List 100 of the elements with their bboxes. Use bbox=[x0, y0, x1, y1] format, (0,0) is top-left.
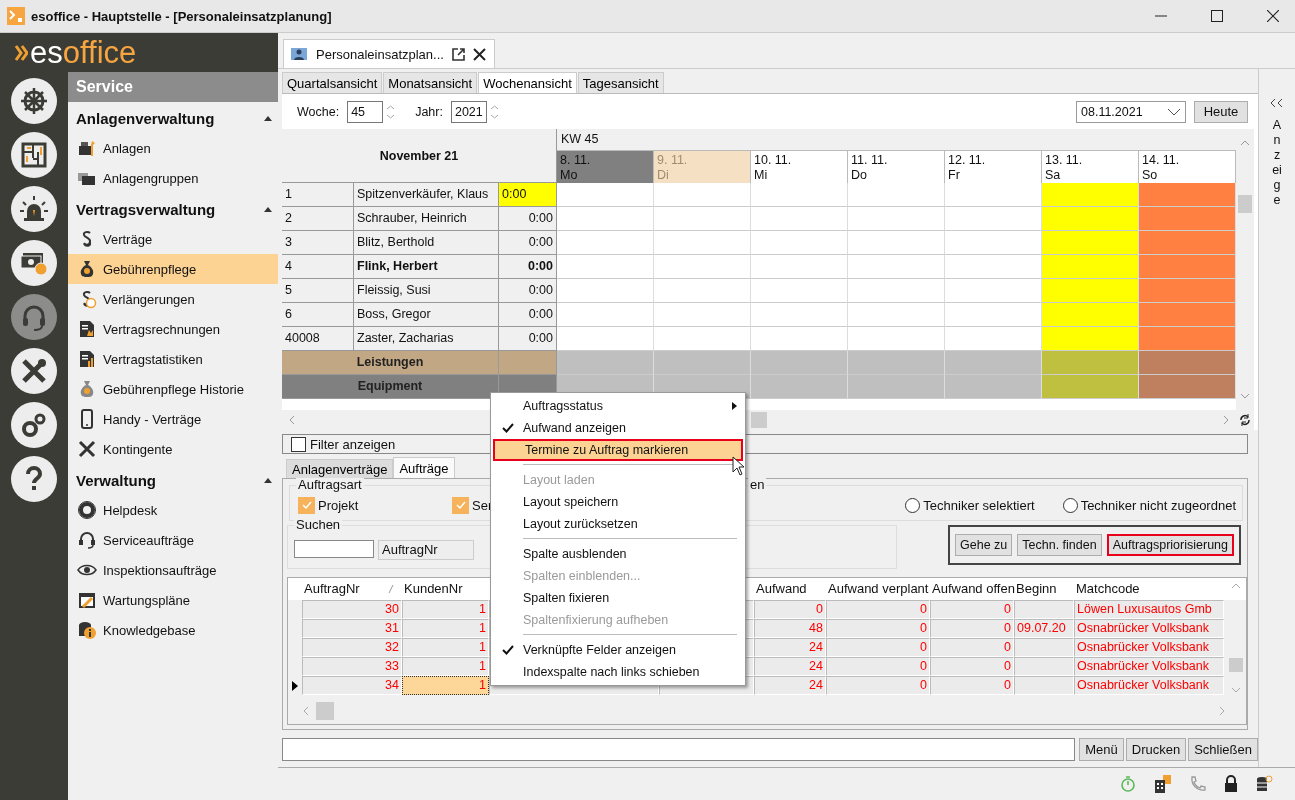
calendar-cell[interactable] bbox=[654, 279, 751, 303]
calendar-cell[interactable] bbox=[1139, 279, 1236, 303]
footer-button[interactable]: Schließen bbox=[1188, 738, 1258, 761]
phone-icon[interactable] bbox=[1189, 775, 1207, 793]
calendar-cell[interactable] bbox=[751, 183, 848, 207]
rail-button[interactable] bbox=[11, 186, 57, 232]
calendar-cell[interactable] bbox=[1139, 351, 1236, 375]
footer-button[interactable]: Menü bbox=[1079, 738, 1124, 761]
calendar-cell[interactable] bbox=[848, 183, 945, 207]
date-picker[interactable]: 08.11.2021 bbox=[1076, 100, 1186, 123]
view-tab[interactable]: Wochenansicht bbox=[478, 72, 577, 93]
menu-item[interactable]: Termine zu Auftrag markieren bbox=[493, 439, 743, 461]
calendar-cell[interactable] bbox=[557, 327, 654, 351]
column-header[interactable]: Aufwand bbox=[754, 578, 826, 600]
calendar-cell[interactable] bbox=[848, 279, 945, 303]
search-field[interactable] bbox=[294, 540, 374, 558]
calendar-cell[interactable] bbox=[945, 279, 1042, 303]
document-tab[interactable]: Personaleinsatzplan... bbox=[283, 39, 495, 68]
calendar-cell[interactable] bbox=[751, 207, 848, 231]
calendar-cell[interactable] bbox=[1042, 255, 1139, 279]
column-header[interactable]: AuftragNr bbox=[302, 578, 402, 600]
calendar-cell[interactable] bbox=[654, 255, 751, 279]
column-header[interactable]: Aufwand offen bbox=[930, 578, 1014, 600]
column-header[interactable]: Matchcode bbox=[1074, 578, 1224, 600]
collapse-caret-icon[interactable] bbox=[264, 207, 272, 212]
calendar-cell[interactable] bbox=[1042, 231, 1139, 255]
radio-button[interactable] bbox=[905, 497, 921, 513]
calendar-cell[interactable] bbox=[1042, 303, 1139, 327]
scrollbar-thumb[interactable] bbox=[316, 702, 334, 720]
calendar-cell[interactable] bbox=[654, 231, 751, 255]
search-column-field[interactable]: AuftragNr bbox=[378, 540, 474, 560]
calendar-cell[interactable] bbox=[751, 231, 848, 255]
action-button[interactable]: Techn. finden bbox=[1017, 534, 1102, 556]
sidebar-item[interactable]: Gebührenpflege bbox=[68, 254, 278, 284]
view-tab[interactable]: Monatsansicht bbox=[383, 72, 478, 93]
section-heading[interactable]: Anlagenverwaltung bbox=[76, 110, 215, 127]
calendar-cell[interactable] bbox=[945, 327, 1042, 351]
calendar-cell[interactable] bbox=[654, 207, 751, 231]
sidebar-item[interactable]: Gebührenpflege Historie bbox=[68, 374, 278, 404]
checkbox[interactable] bbox=[452, 496, 469, 514]
calendar-cell[interactable] bbox=[848, 351, 945, 375]
building-icon[interactable] bbox=[1153, 774, 1173, 794]
checkbox[interactable] bbox=[298, 496, 315, 514]
maximize-icon[interactable] bbox=[1211, 10, 1223, 22]
calendar-cell[interactable] bbox=[945, 183, 1042, 207]
collapse-caret-icon[interactable] bbox=[264, 116, 272, 121]
calendar-cell[interactable] bbox=[848, 327, 945, 351]
scroll-right-icon[interactable] bbox=[1218, 706, 1226, 716]
action-button[interactable]: Gehe zu bbox=[955, 534, 1013, 556]
collapse-icon[interactable] bbox=[1269, 98, 1285, 108]
column-header[interactable]: Beginn bbox=[1014, 578, 1074, 600]
calendar-cell[interactable] bbox=[1042, 327, 1139, 351]
side-panel-title[interactable]: Anzeige bbox=[1270, 118, 1284, 208]
scrollbar-thumb[interactable] bbox=[1229, 658, 1243, 672]
rail-button[interactable] bbox=[11, 78, 57, 124]
calendar-cell[interactable] bbox=[1042, 375, 1139, 399]
rail-button[interactable] bbox=[11, 456, 57, 502]
column-header[interactable]: Aufwand verplant bbox=[826, 578, 930, 600]
tab[interactable]: Anlagenverträge bbox=[286, 459, 394, 478]
today-button[interactable]: Heute bbox=[1194, 100, 1248, 123]
calendar-cell[interactable] bbox=[751, 303, 848, 327]
menu-item[interactable]: Aufwand anzeigen bbox=[493, 417, 743, 439]
calendar-cell[interactable] bbox=[945, 255, 1042, 279]
refresh-icon[interactable] bbox=[1239, 414, 1251, 426]
checkbox[interactable] bbox=[291, 436, 306, 452]
calendar-cell[interactable] bbox=[557, 279, 654, 303]
scrollbar-thumb[interactable] bbox=[1238, 195, 1252, 213]
column-header[interactable]: KundenNr bbox=[402, 578, 489, 600]
sidebar-item[interactable]: Vertragstatistiken bbox=[68, 344, 278, 374]
calendar-cell[interactable] bbox=[557, 183, 654, 207]
sidebar-item[interactable]: Helpdesk bbox=[68, 495, 278, 525]
calendar-cell[interactable] bbox=[654, 327, 751, 351]
radio-button[interactable] bbox=[1062, 497, 1078, 513]
scroll-left-icon[interactable] bbox=[302, 706, 310, 716]
view-tab[interactable]: Quartalsansicht bbox=[282, 72, 383, 93]
calendar-cell[interactable] bbox=[654, 303, 751, 327]
calendar-cell[interactable] bbox=[1042, 183, 1139, 207]
calendar-cell[interactable] bbox=[557, 303, 654, 327]
scroll-down-icon[interactable] bbox=[1240, 392, 1250, 400]
sidebar-item[interactable]: Serviceaufträge bbox=[68, 525, 278, 555]
lock-icon[interactable] bbox=[1223, 775, 1239, 793]
calendar-cell[interactable] bbox=[1042, 351, 1139, 375]
calendar-cell[interactable] bbox=[848, 207, 945, 231]
sidebar-item[interactable]: Handy - Verträge bbox=[68, 404, 278, 434]
calendar-cell[interactable] bbox=[945, 351, 1042, 375]
calendar-cell[interactable] bbox=[848, 231, 945, 255]
rail-button[interactable] bbox=[11, 348, 57, 394]
rail-button[interactable] bbox=[11, 402, 57, 448]
calendar-cell[interactable] bbox=[557, 231, 654, 255]
action-button[interactable]: Auftragspriorisierung bbox=[1106, 534, 1234, 556]
sidebar-item[interactable]: Kontingente bbox=[68, 434, 278, 464]
calendar-cell[interactable] bbox=[945, 375, 1042, 399]
calendar-cell[interactable] bbox=[1139, 303, 1236, 327]
menu-item[interactable]: Spalten fixieren bbox=[493, 587, 743, 609]
menu-item[interactable]: Layout speichern bbox=[493, 491, 743, 513]
calendar-cell[interactable] bbox=[557, 207, 654, 231]
calendar-cell[interactable] bbox=[1139, 375, 1236, 399]
calendar-cell[interactable] bbox=[1139, 327, 1236, 351]
close-icon[interactable] bbox=[1267, 10, 1279, 22]
calendar-cell[interactable] bbox=[654, 351, 751, 375]
